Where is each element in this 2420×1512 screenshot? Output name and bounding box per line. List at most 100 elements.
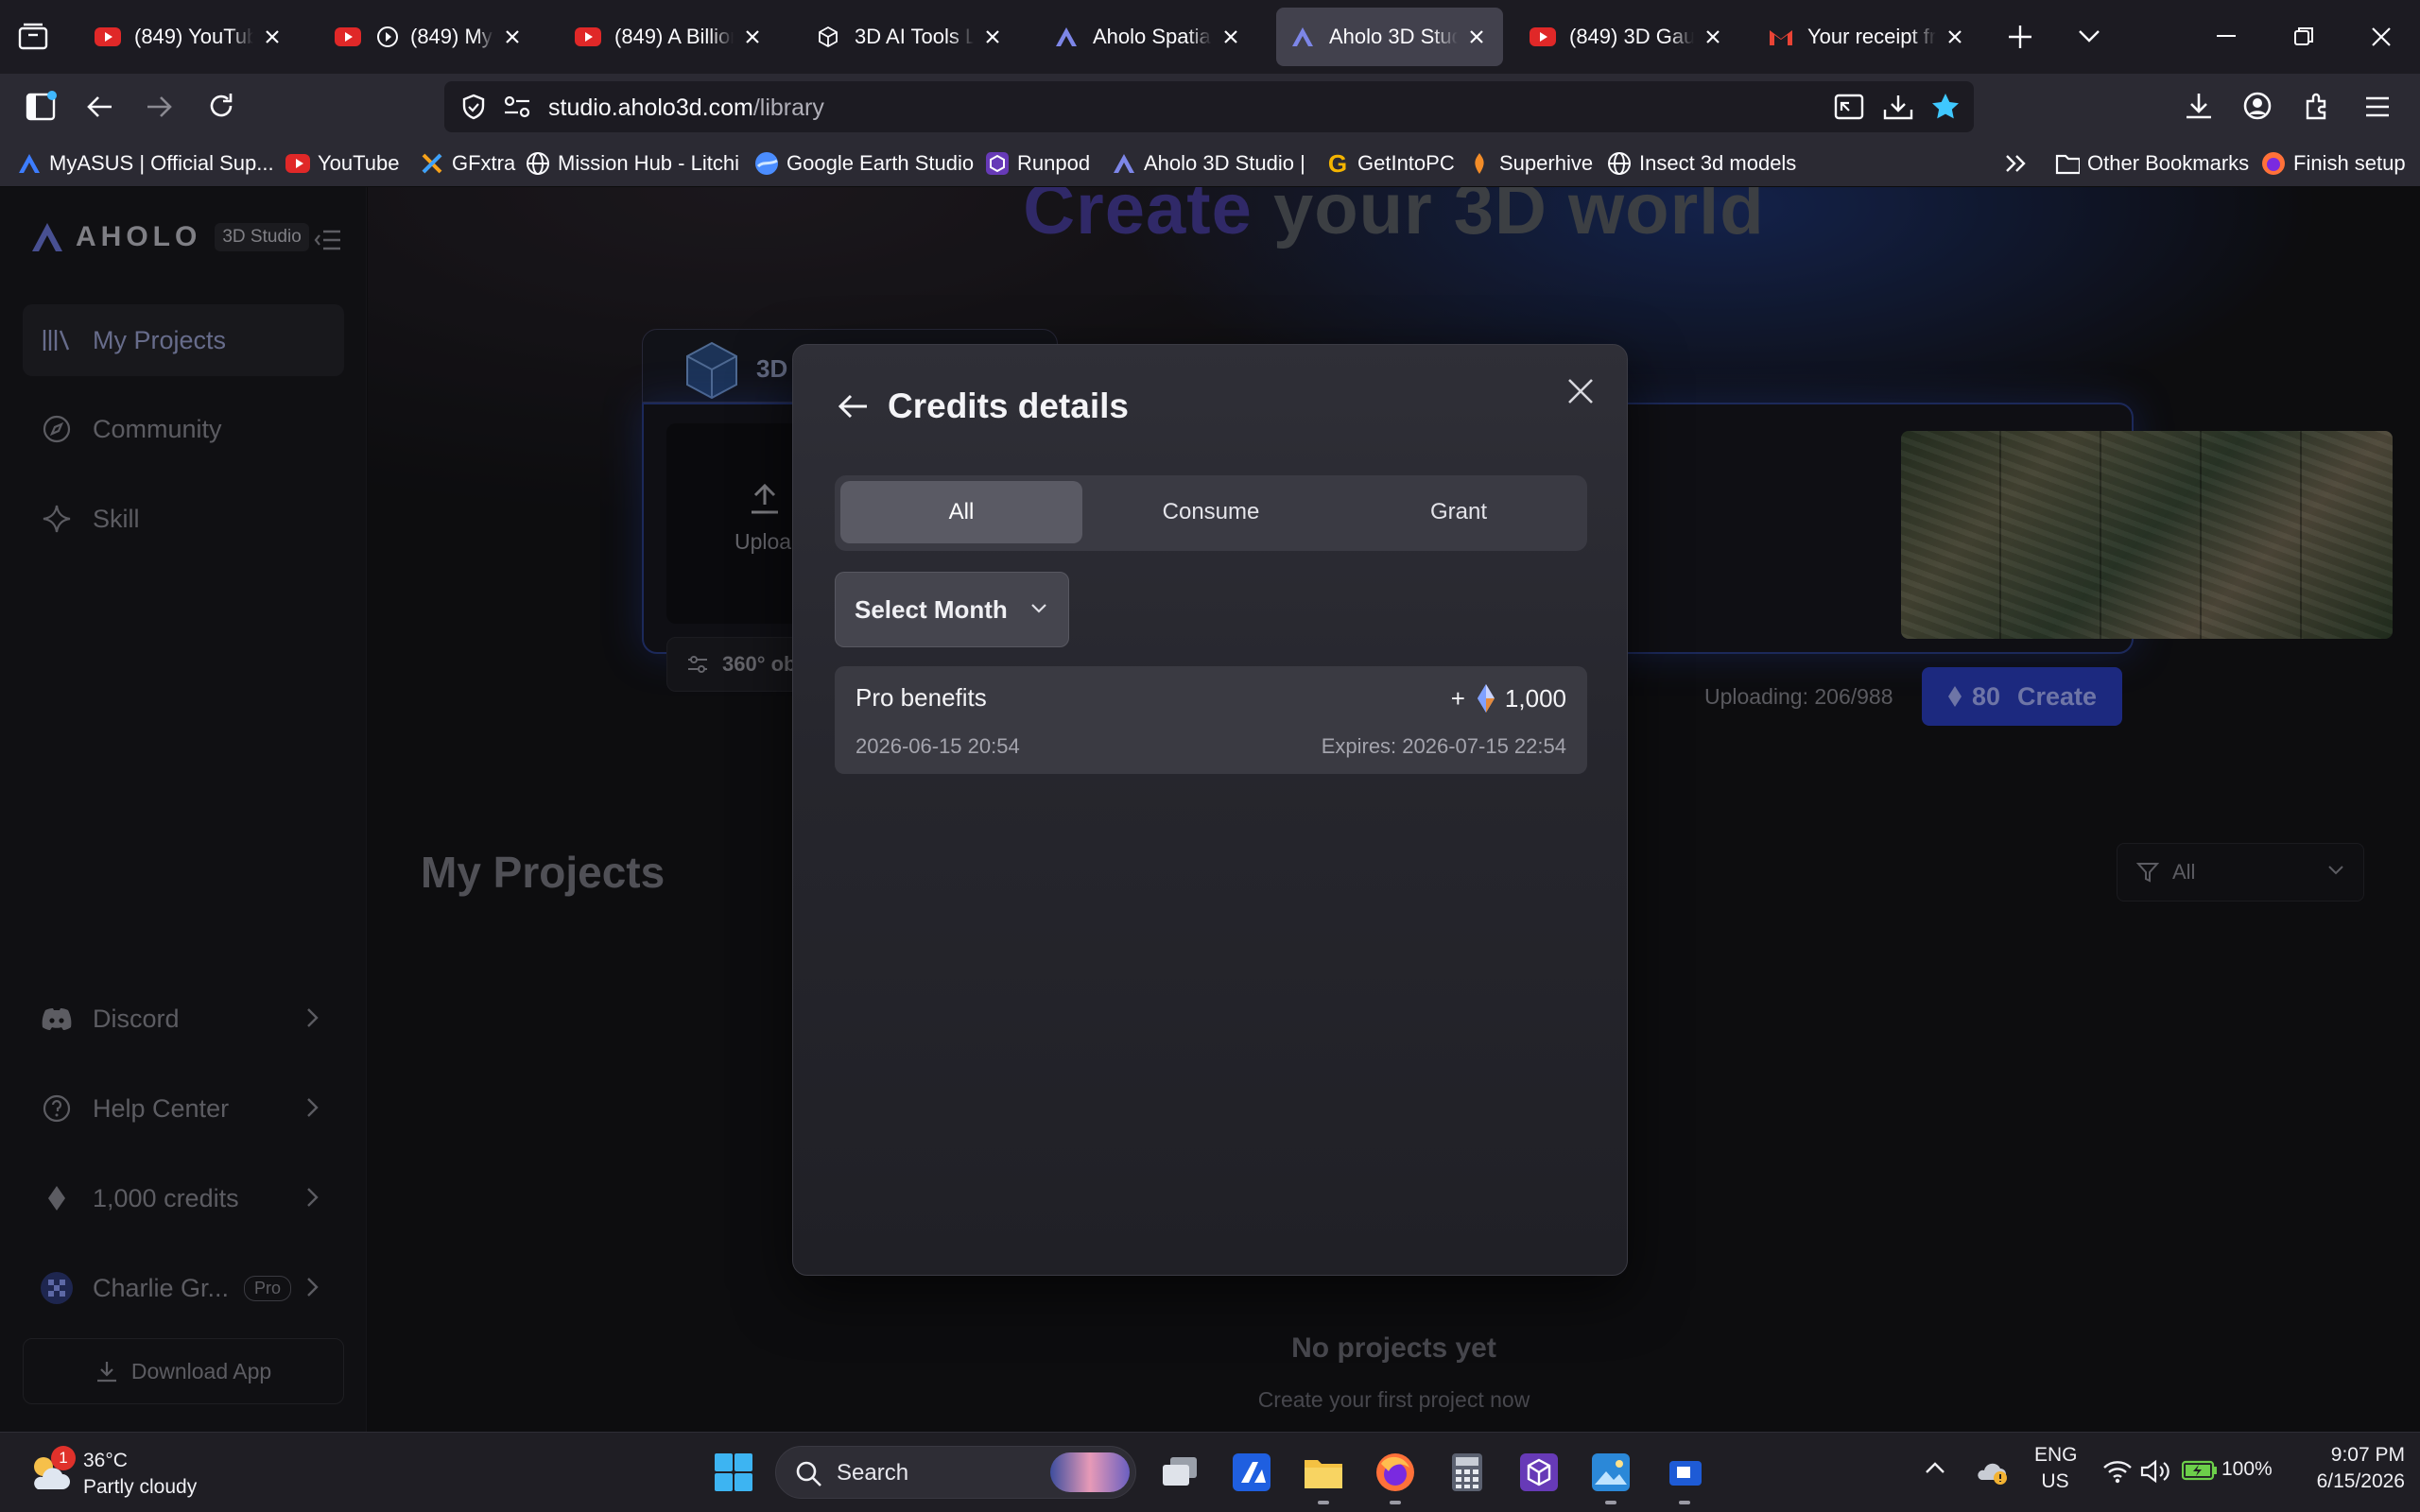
reload-icon[interactable]	[206, 91, 236, 121]
photos-app-icon[interactable]	[1588, 1450, 1634, 1495]
tab-gmail[interactable]: Your receipt from	[1754, 8, 1981, 66]
language-indicator[interactable]: ENG	[2034, 1444, 2078, 1467]
sidebar-toggle-icon[interactable]	[25, 91, 57, 123]
close-tab-icon[interactable]	[259, 24, 285, 50]
search-icon	[795, 1460, 823, 1488]
url-bar[interactable]: studio.aholo3d.com/library	[444, 81, 1974, 132]
back-arrow-icon[interactable]	[837, 392, 869, 421]
site-permissions-icon[interactable]	[503, 94, 531, 119]
credit-entry-expiry: Expires: 2026-07-15 22:54	[1321, 734, 1566, 758]
month-select[interactable]: Select Month	[835, 572, 1069, 647]
bookmark-insect-models[interactable]: Insect 3d models	[1607, 149, 1796, 178]
close-tab-icon[interactable]	[1218, 24, 1244, 50]
video-editor-icon[interactable]	[1664, 1450, 1709, 1495]
clock-date: 6/15/2026	[2316, 1470, 2405, 1492]
dialog-title: Credits details	[888, 387, 1129, 425]
tab-aholo-studio[interactable]: Aholo 3D Studio	[1276, 8, 1503, 66]
more-bookmarks-chevron-icon[interactable]	[2004, 149, 2029, 178]
close-icon[interactable]	[1566, 377, 1595, 405]
tab-youtube[interactable]: (849) YouTube	[81, 8, 299, 66]
firefox-taskbar-icon[interactable]	[1373, 1450, 1418, 1495]
clock-time[interactable]: 9:07 PM	[2291, 1444, 2405, 1467]
save-to-pocket-icon[interactable]	[1883, 93, 1913, 121]
close-tab-icon[interactable]	[1463, 24, 1490, 50]
bookmark-superhive[interactable]: Superhive	[1467, 149, 1593, 178]
start-windows-icon[interactable]	[711, 1450, 756, 1495]
volume-icon[interactable]	[2140, 1459, 2170, 1484]
bookmark-other-bookmarks[interactable]: Other Bookmarks	[2055, 149, 2249, 178]
windows-taskbar: 1 36°C Partly cloudy Search ENG US 100% …	[0, 1432, 2420, 1512]
youtube-icon	[95, 24, 121, 50]
tab-grant[interactable]: Grant	[1338, 481, 1580, 543]
aholo-logo-icon	[1289, 24, 1316, 50]
menu-hamburger-icon[interactable]	[2363, 94, 2392, 119]
globe-icon	[1607, 151, 1632, 176]
bookmark-runpod[interactable]: Runpod	[985, 149, 1090, 178]
bookmark-myasus[interactable]: MyASUS | Official Sup...	[17, 149, 274, 178]
tab-consume[interactable]: Consume	[1090, 481, 1332, 543]
tab-youtube-4[interactable]: (849) 3D Gaussian	[1516, 8, 1739, 66]
new-tab-icon[interactable]	[2006, 23, 2034, 51]
battery-percent: 100%	[2221, 1458, 2273, 1480]
bookmarks-toolbar: MyASUS | Official Sup... YouTube GFxtra …	[0, 140, 2420, 187]
minimize-icon[interactable]	[2216, 34, 2237, 38]
runpod-taskbar-icon[interactable]	[1516, 1450, 1562, 1495]
bookmark-gfxtra[interactable]: GFxtra	[420, 149, 515, 178]
shield-icon[interactable]	[459, 93, 488, 121]
youtube-icon	[1530, 24, 1556, 50]
credit-entry-title: Pro benefits	[856, 683, 987, 712]
restore-icon[interactable]	[2293, 26, 2314, 47]
taskbar-search[interactable]: Search	[775, 1446, 1136, 1499]
chevron-down-icon	[1030, 603, 1047, 614]
youtube-icon	[335, 24, 361, 50]
bookmark-getintopc[interactable]: G GetIntoPC	[1325, 149, 1455, 178]
close-tab-icon[interactable]	[499, 24, 526, 50]
gfxtra-icon	[420, 151, 444, 176]
wifi-icon[interactable]	[2102, 1459, 2133, 1484]
account-icon[interactable]	[2242, 91, 2273, 121]
globe-icon	[526, 151, 550, 176]
getintopc-icon: G	[1327, 148, 1348, 178]
close-tab-icon[interactable]	[1942, 24, 1968, 50]
battery-charging-icon[interactable]	[2182, 1459, 2218, 1482]
credit-type-tabs: All Consume Grant	[835, 475, 1587, 551]
bookmark-star-icon[interactable]	[1930, 92, 1961, 122]
youtube-icon	[285, 151, 310, 176]
task-view-icon[interactable]	[1157, 1450, 1202, 1495]
bookmark-google-earth-studio[interactable]: Google Earth Studio	[754, 149, 974, 178]
close-window-icon[interactable]	[2371, 26, 2392, 47]
tab-all[interactable]: All	[840, 481, 1082, 543]
show-hidden-icons-chevron-icon[interactable]	[1925, 1461, 1945, 1474]
bookmark-aholo-studio[interactable]: Aholo 3D Studio |	[1112, 149, 1305, 178]
tab-youtube-3[interactable]: (849) A Billion 3D	[562, 8, 779, 66]
onedrive-warning-icon[interactable]	[1976, 1457, 2008, 1486]
web-page: AHOLO 3D Studio My Projects Community Sk…	[0, 187, 2420, 1432]
url-text[interactable]: studio.aholo3d.com/library	[548, 94, 824, 122]
credit-entry: Pro benefits + 1,000 2026-06-15 20:54 Ex…	[835, 666, 1587, 774]
tab-manager-icon[interactable]	[17, 21, 49, 53]
extensions-icon[interactable]	[2303, 91, 2333, 121]
file-explorer-icon[interactable]	[1301, 1450, 1346, 1495]
tab-aholo-spatial[interactable]: Aholo Spatial Intel	[1040, 8, 1257, 66]
forward-icon[interactable]	[144, 93, 174, 121]
picture-in-picture-icon[interactable]	[1834, 94, 1864, 120]
back-icon[interactable]	[85, 93, 115, 121]
youtube-icon	[575, 24, 601, 50]
tab-3d-ai-tools[interactable]: 3D AI Tools Leader	[802, 8, 1019, 66]
aholo-logo-icon	[1053, 24, 1080, 50]
search-highlight-image	[1050, 1452, 1130, 1492]
bookmark-finish-setup[interactable]: Finish setup	[2261, 149, 2406, 178]
bookmark-litchi[interactable]: Mission Hub - Litchi	[526, 149, 739, 178]
close-tab-icon[interactable]	[739, 24, 766, 50]
close-tab-icon[interactable]	[1700, 24, 1726, 50]
credit-gem-icon	[1477, 683, 1495, 713]
tab-list-chevron-icon[interactable]	[2076, 26, 2102, 45]
tab-youtube-2[interactable]: (849) My New...	[321, 8, 539, 66]
downloads-icon[interactable]	[2184, 91, 2214, 121]
close-tab-icon[interactable]	[979, 24, 1006, 50]
playing-icon	[374, 24, 401, 50]
myasus-app-icon[interactable]	[1229, 1450, 1274, 1495]
bookmark-youtube[interactable]: YouTube	[285, 149, 399, 178]
runpod-icon	[985, 151, 1010, 176]
calculator-icon[interactable]	[1444, 1450, 1490, 1495]
